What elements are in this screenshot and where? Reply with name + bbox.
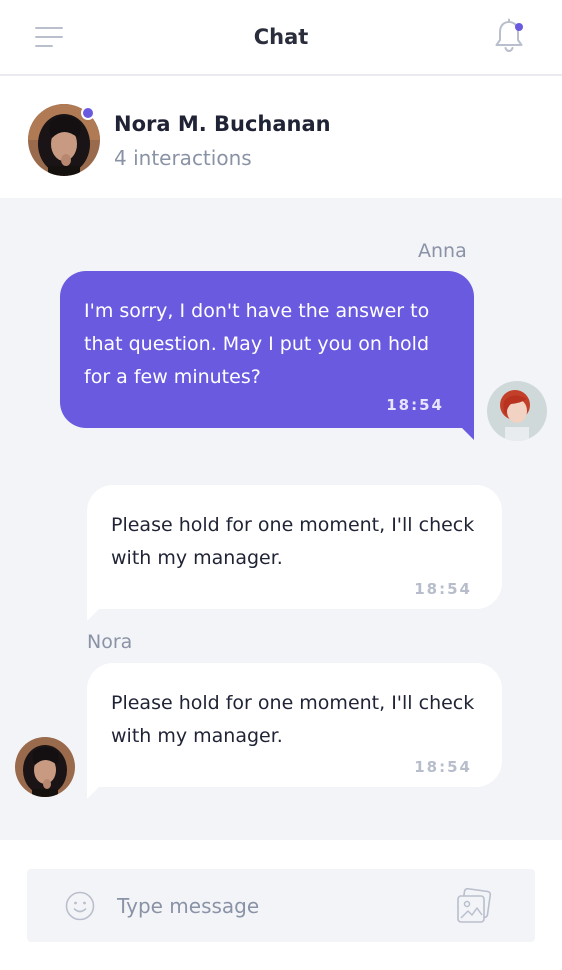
message-time: 18:54 [414, 580, 472, 598]
notification-dot [515, 23, 523, 31]
message-bubble-incoming[interactable]: Please hold for one moment, I'll check w… [87, 663, 502, 787]
message-bubble-outgoing[interactable]: I'm sorry, I don't have the answer to th… [60, 271, 474, 428]
image-gallery-icon[interactable] [455, 887, 493, 925]
online-status-dot [81, 106, 95, 120]
page-title: Chat [253, 25, 309, 49]
message-text: I'm sorry, I don't have the answer to th… [84, 300, 430, 388]
bubble-tail [87, 787, 99, 799]
avatar[interactable] [487, 381, 547, 441]
message-time: 18:54 [414, 758, 472, 776]
message-text: Please hold for one moment, I'll check w… [111, 692, 475, 747]
bubble-tail [87, 609, 99, 621]
sender-name: Nora [87, 631, 133, 653]
interaction-count: 4 interactions [114, 146, 252, 170]
smiley-icon[interactable] [65, 891, 95, 921]
message-composer [27, 869, 535, 942]
avatar[interactable] [15, 737, 75, 797]
top-bar: Chat [0, 0, 562, 76]
message-text: Please hold for one moment, I'll check w… [111, 514, 475, 569]
sender-name: Anna [418, 240, 467, 262]
contact-header[interactable]: Nora M. Buchanan 4 interactions [0, 78, 562, 198]
bubble-tail [462, 428, 474, 440]
message-time: 18:54 [386, 396, 444, 414]
chat-messages[interactable]: Anna I'm sorry, I don't have the answer … [0, 198, 562, 840]
message-input[interactable] [117, 887, 437, 925]
message-bubble-incoming[interactable]: Please hold for one moment, I'll check w… [87, 485, 502, 609]
contact-name: Nora M. Buchanan [114, 112, 331, 136]
